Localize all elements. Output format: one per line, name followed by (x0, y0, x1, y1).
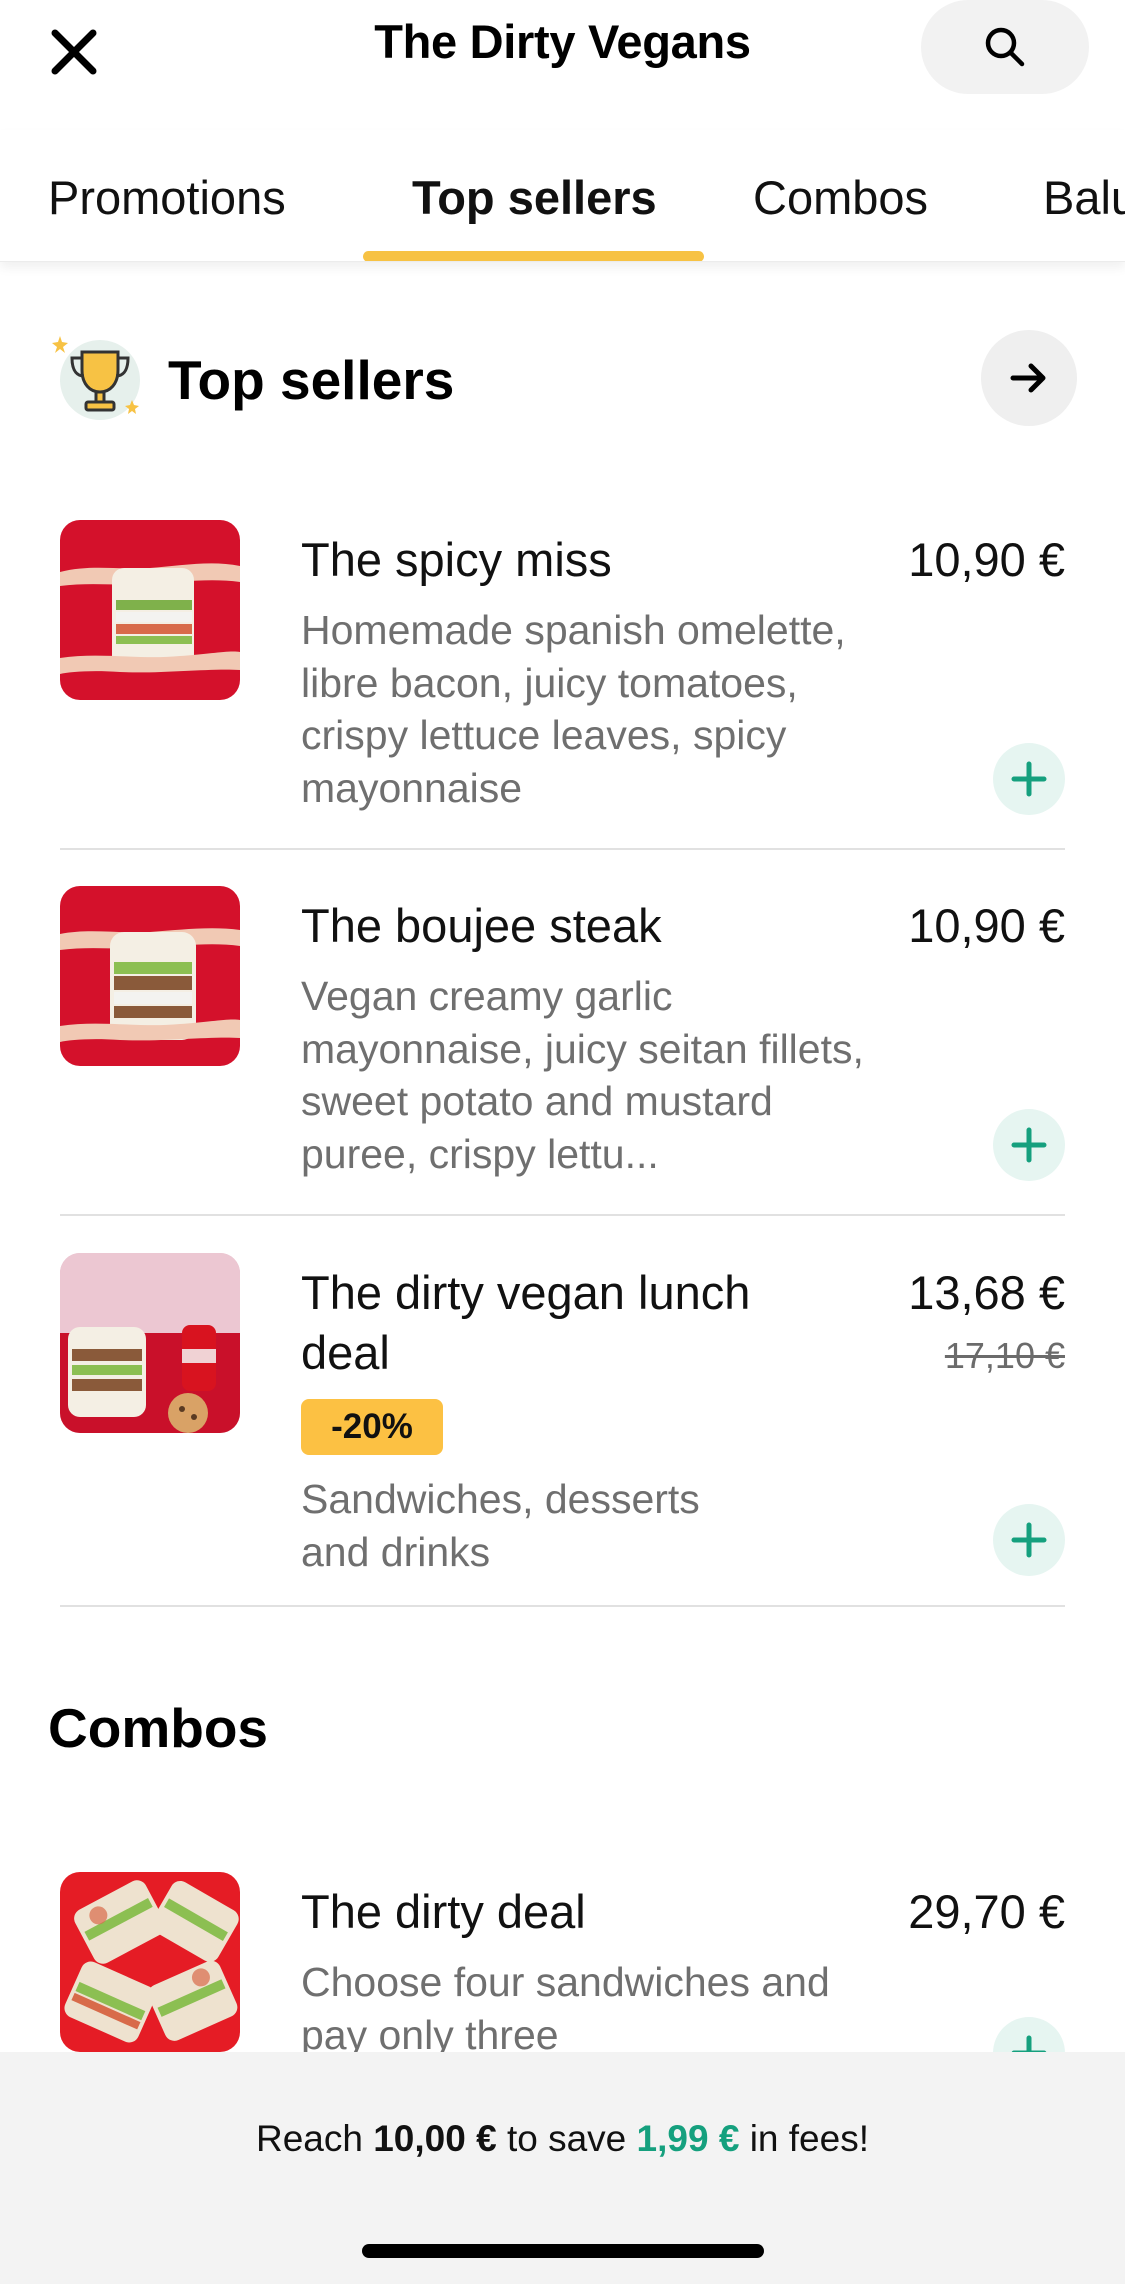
item-price: 10,90 € (908, 533, 1065, 586)
add-button[interactable] (993, 1109, 1065, 1181)
item-name: The dirty vegan lunch deal (301, 1266, 751, 1379)
list-item[interactable]: The dirty vegan lunch deal 13,68 € 17,10… (60, 1253, 1065, 1608)
active-tab-indicator (363, 251, 704, 261)
combos-section-title: Combos (48, 1697, 268, 1759)
fee-message: Reach 10,00 € to save 1,99 € in fees! (0, 2118, 1125, 2160)
search-button[interactable] (921, 0, 1089, 94)
item-description: Vegan creamy garlic mayonnaise, juicy se… (301, 973, 864, 1177)
item-name: The boujee steak (301, 899, 662, 952)
category-tabs: Promotions Top sellers Combos Balu (0, 130, 1125, 262)
discount-badge: -20% (301, 1399, 443, 1455)
fee-savings: 1,99 € (636, 2118, 740, 2159)
item-price: 10,90 € (908, 899, 1065, 952)
divider (60, 1214, 1065, 1216)
tab-top-sellers[interactable]: Top sellers (412, 170, 657, 225)
list-item[interactable]: The boujee steak 10,90 € Vegan creamy ga… (60, 886, 1065, 1216)
item-image (60, 1253, 240, 1433)
tab-promotions[interactable]: Promotions (48, 170, 286, 225)
home-indicator (362, 2244, 764, 2258)
item-old-price: 17,10 € (944, 1335, 1065, 1376)
add-button[interactable] (993, 1504, 1065, 1576)
item-description: Choose four sandwiches and pay only thre… (301, 1959, 830, 2058)
fee-suffix: in fees! (749, 2118, 869, 2159)
item-image (60, 1872, 240, 2052)
item-name: The spicy miss (301, 533, 612, 586)
item-description: Sandwiches, desserts and drinks (301, 1476, 700, 1575)
search-icon (985, 27, 1025, 67)
fee-prefix: Reach (256, 2118, 363, 2159)
top-bar: The Dirty Vegans (0, 0, 1125, 130)
fees-banner: Reach 10,00 € to save 1,99 € in fees! (0, 2052, 1125, 2284)
item-name: The dirty deal (301, 1885, 586, 1938)
add-button[interactable] (993, 743, 1065, 815)
plus-icon (1011, 1522, 1047, 1558)
item-price: 13,68 € (908, 1266, 1065, 1319)
divider (60, 1605, 1065, 1607)
arrow-right-icon (1010, 363, 1046, 393)
tab-combos[interactable]: Combos (753, 170, 928, 225)
plus-icon (1011, 761, 1047, 797)
fee-threshold: 10,00 € (373, 2118, 497, 2159)
tab-balu[interactable]: Balu (1043, 170, 1125, 225)
top-sellers-header: Top sellers (0, 330, 1125, 426)
item-image (60, 886, 240, 1066)
item-price: 29,70 € (908, 1885, 1065, 1938)
fee-middle: to save (506, 2118, 627, 2159)
see-all-button[interactable] (981, 330, 1077, 426)
trophy-icon (52, 336, 140, 420)
plus-icon (1011, 1127, 1047, 1163)
section-title: Top sellers (168, 349, 455, 411)
list-item[interactable]: The spicy miss 10,90 € Homemade spanish … (60, 520, 1065, 850)
item-image (60, 520, 240, 700)
item-description: Homemade spanish omelette, libre bacon, … (301, 607, 846, 811)
divider (60, 848, 1065, 850)
